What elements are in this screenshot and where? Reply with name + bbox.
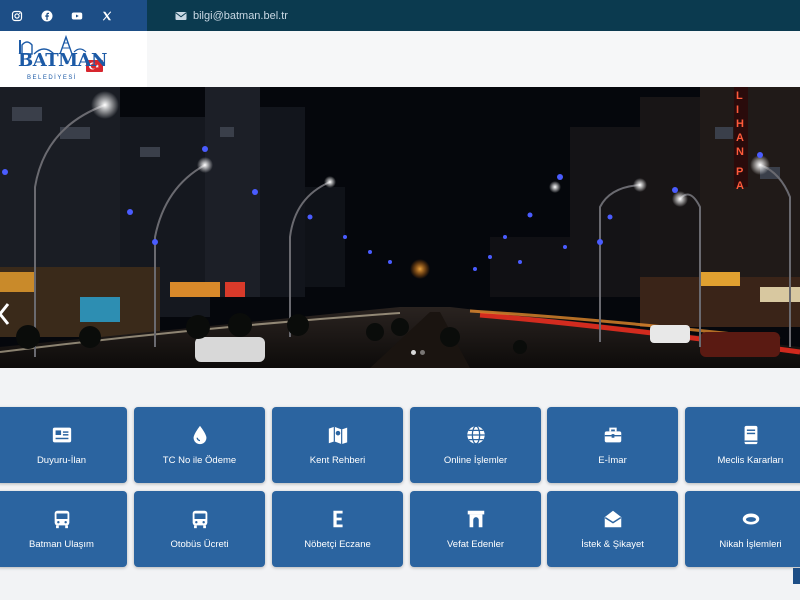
hero-slider[interactable]: LIH AN PA [0, 87, 800, 368]
book-icon [744, 425, 757, 445]
envelope-open-icon [604, 510, 621, 528]
service-label: Kent Rehberi [309, 455, 366, 466]
service-tile[interactable]: E-İmar [547, 407, 678, 483]
site-header: BATMAN BELEDİYESİ [0, 31, 800, 87]
water-drop-icon [193, 425, 206, 445]
arch-icon [467, 510, 484, 528]
service-label: E-İmar [598, 455, 627, 466]
svg-text:I: I [736, 104, 739, 116]
logo-subtitle: BELEDİYESİ [27, 75, 78, 81]
email-contact[interactable]: bilgi@batman.bel.tr [175, 0, 288, 31]
service-tile[interactable]: Duyuru-İlan [0, 407, 127, 483]
slider-prev-button[interactable] [0, 302, 12, 330]
service-tile[interactable]: Meclis Kararları [685, 407, 800, 483]
service-tile[interactable]: Batman Ulaşım [0, 491, 127, 567]
chevron-left-icon [0, 303, 10, 325]
slider-dot[interactable] [411, 350, 416, 355]
bus-icon [192, 510, 207, 529]
service-tile[interactable]: İstek & Şikayet [547, 491, 678, 567]
svg-text:A: A [736, 132, 744, 144]
service-tile[interactable]: Kent Rehberi [272, 407, 403, 483]
bus-icon [54, 510, 69, 529]
service-tile[interactable]: TC No ile Ödeme [134, 407, 265, 483]
scrollbar-thumb[interactable] [793, 568, 800, 584]
service-tile[interactable]: Nikah İşlemleri [685, 491, 800, 567]
x-twitter-icon[interactable] [100, 9, 114, 23]
service-label: Online İşlemler [443, 455, 508, 466]
svg-text:P: P [736, 166, 743, 178]
envelope-icon [175, 11, 187, 20]
map-icon [328, 426, 347, 445]
youtube-icon[interactable] [70, 9, 84, 23]
logo[interactable]: BATMAN BELEDİYESİ [0, 31, 147, 87]
svg-text:H: H [736, 118, 744, 130]
service-label: TC No ile Ödeme [162, 455, 237, 466]
instagram-icon[interactable] [10, 9, 24, 23]
slider-dot[interactable] [420, 350, 425, 355]
social-links [0, 0, 147, 31]
svg-text:A: A [736, 180, 744, 192]
service-tile[interactable]: Nöbetçi Eczane [272, 491, 403, 567]
news-card-icon [52, 427, 71, 443]
logo-title: BATMAN [18, 50, 107, 71]
service-label: Otobüs Ücreti [170, 539, 229, 550]
service-label: Nöbetçi Eczane [304, 539, 371, 550]
globe-icon [466, 425, 485, 445]
service-label: İstek & Şikayet [581, 539, 644, 550]
svg-text:N: N [736, 146, 744, 158]
service-tile[interactable]: Online İşlemler [410, 407, 541, 483]
service-label: Nikah İşlemleri [719, 539, 782, 550]
rings-icon [742, 513, 759, 525]
service-label: Meclis Kararları [717, 455, 784, 466]
toolbox-icon [604, 427, 621, 443]
email-text: bilgi@batman.bel.tr [193, 9, 288, 22]
service-label: Duyuru-İlan [36, 455, 87, 466]
top-bar: bilgi@batman.bel.tr [0, 0, 800, 31]
service-tile[interactable]: Vefat Edenler [410, 491, 541, 567]
service-label: Batman Ulaşım [29, 539, 94, 550]
service-tile[interactable]: Otobüs Ücreti [134, 491, 265, 567]
service-label: Vefat Edenler [446, 539, 505, 550]
city-night-photo: LIH AN PA [0, 87, 800, 368]
facebook-icon[interactable] [40, 9, 54, 23]
pharmacy-e-icon [332, 510, 343, 528]
svg-text:L: L [736, 90, 743, 102]
